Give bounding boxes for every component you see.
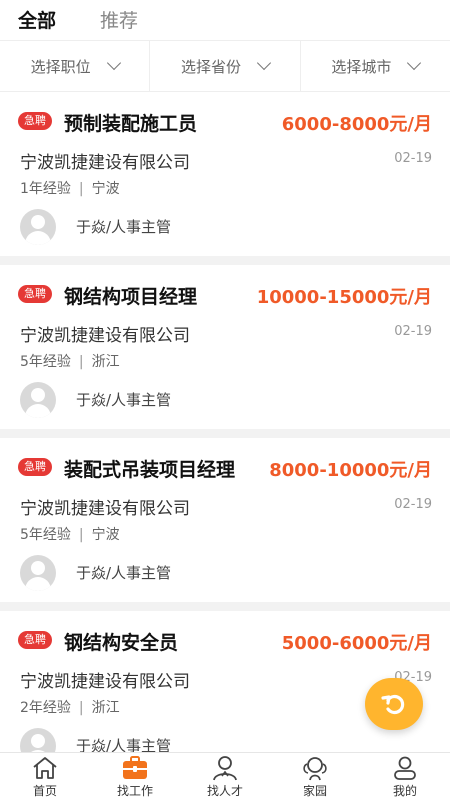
chevron-down-icon (106, 55, 121, 71)
job-salary: 6000-8000元/月 (281, 114, 432, 135)
avatar (20, 555, 56, 591)
chevron-down-icon (256, 55, 272, 71)
job-salary: 8000-10000元/月 (269, 460, 432, 481)
contact-person: 于焱/人事主管 (76, 737, 172, 752)
community-icon (303, 757, 327, 781)
experience: 1年经验 (20, 181, 71, 197)
tabbar-label: 首页 (32, 784, 57, 798)
filter-city[interactable]: 选择城市 (301, 41, 450, 91)
job-meta: 5年经验 | 宁波 (20, 524, 120, 544)
tabbar-label: 家园 (302, 784, 327, 798)
company-name: 宁波凯捷建设有限公司 (20, 153, 190, 173)
filter-province[interactable]: 选择省份 (150, 41, 301, 91)
job-meta: 2年经验 | 浙江 (20, 697, 120, 717)
job-title: 预制装配施工员 (64, 113, 198, 135)
tabbar-label: 找工作 (116, 784, 153, 798)
briefcase-icon (123, 756, 147, 779)
meta-separator: | (78, 354, 84, 370)
company-name: 宁波凯捷建设有限公司 (20, 326, 190, 346)
bottom-tab-bar: 首页 找工作 找人才 家园 我的 (0, 752, 450, 800)
meta-separator: | (78, 700, 84, 716)
top-tabs: 全部 推荐 (0, 0, 450, 40)
job-card[interactable]: 急聘 装配式吊装项目经理 8000-10000元/月 宁波凯捷建设有限公司 02… (0, 438, 450, 602)
company-name: 宁波凯捷建设有限公司 (20, 672, 190, 692)
chevron-down-icon (407, 55, 422, 71)
contact-person: 于焱/人事主管 (76, 391, 172, 409)
post-date: 02-19 (394, 497, 432, 512)
meta-separator: | (78, 181, 84, 197)
location: 宁波 (91, 527, 120, 543)
job-title: 装配式吊装项目经理 (64, 459, 236, 481)
filter-position-label: 选择职位 (30, 57, 91, 76)
post-date: 02-19 (394, 151, 432, 166)
tab-recommended[interactable]: 推荐 (100, 6, 138, 33)
job-card[interactable]: 急聘 钢结构项目经理 10000-15000元/月 宁波凯捷建设有限公司 02-… (0, 265, 450, 429)
filter-position[interactable]: 选择职位 (0, 41, 151, 91)
company-name: 宁波凯捷建设有限公司 (20, 499, 190, 519)
job-title: 钢结构项目经理 (64, 286, 198, 308)
experience: 5年经验 (20, 527, 71, 543)
tabbar-item-talent[interactable]: 找人才 (180, 753, 270, 800)
home-icon (33, 757, 57, 779)
tabbar-item-home[interactable]: 首页 (0, 753, 90, 800)
job-list: 急聘 预制装配施工员 6000-8000元/月 宁波凯捷建设有限公司 02-19… (0, 92, 450, 752)
filter-bar: 选择职位 选择省份 选择城市 (0, 40, 450, 92)
filter-city-label: 选择城市 (331, 57, 392, 76)
experience: 2年经验 (20, 700, 71, 716)
post-date: 02-19 (394, 324, 432, 339)
location: 浙江 (91, 700, 120, 716)
job-meta: 5年经验 | 浙江 (20, 351, 120, 371)
tabbar-label: 我的 (392, 784, 417, 798)
job-title: 钢结构安全员 (64, 632, 179, 654)
location: 宁波 (91, 181, 120, 197)
tabbar-item-profile[interactable]: 我的 (360, 753, 450, 800)
contact-person: 于焱/人事主管 (76, 564, 172, 582)
experience: 5年经验 (20, 354, 71, 370)
tab-all[interactable]: 全部 (18, 6, 56, 33)
urgent-badge: 急聘 (18, 631, 52, 649)
avatar (20, 209, 56, 245)
refresh-icon (381, 694, 405, 715)
job-salary: 10000-15000元/月 (256, 287, 432, 308)
refresh-button[interactable] (365, 678, 423, 730)
person-icon (213, 756, 237, 781)
tabbar-item-jobs[interactable]: 找工作 (90, 753, 180, 800)
job-card[interactable]: 急聘 预制装配施工员 6000-8000元/月 宁波凯捷建设有限公司 02-19… (0, 92, 450, 256)
urgent-badge: 急聘 (18, 112, 52, 130)
avatar (20, 728, 56, 752)
job-salary: 5000-6000元/月 (281, 633, 432, 654)
tabbar-label: 找人才 (206, 784, 243, 798)
tabbar-item-community[interactable]: 家园 (270, 753, 360, 800)
profile-icon (394, 756, 416, 780)
location: 浙江 (91, 354, 120, 370)
urgent-badge: 急聘 (18, 458, 52, 476)
meta-separator: | (78, 527, 84, 543)
avatar (20, 382, 56, 418)
urgent-badge: 急聘 (18, 285, 52, 303)
job-meta: 1年经验 | 宁波 (20, 178, 120, 198)
filter-province-label: 选择省份 (180, 57, 241, 76)
contact-person: 于焱/人事主管 (76, 218, 172, 236)
